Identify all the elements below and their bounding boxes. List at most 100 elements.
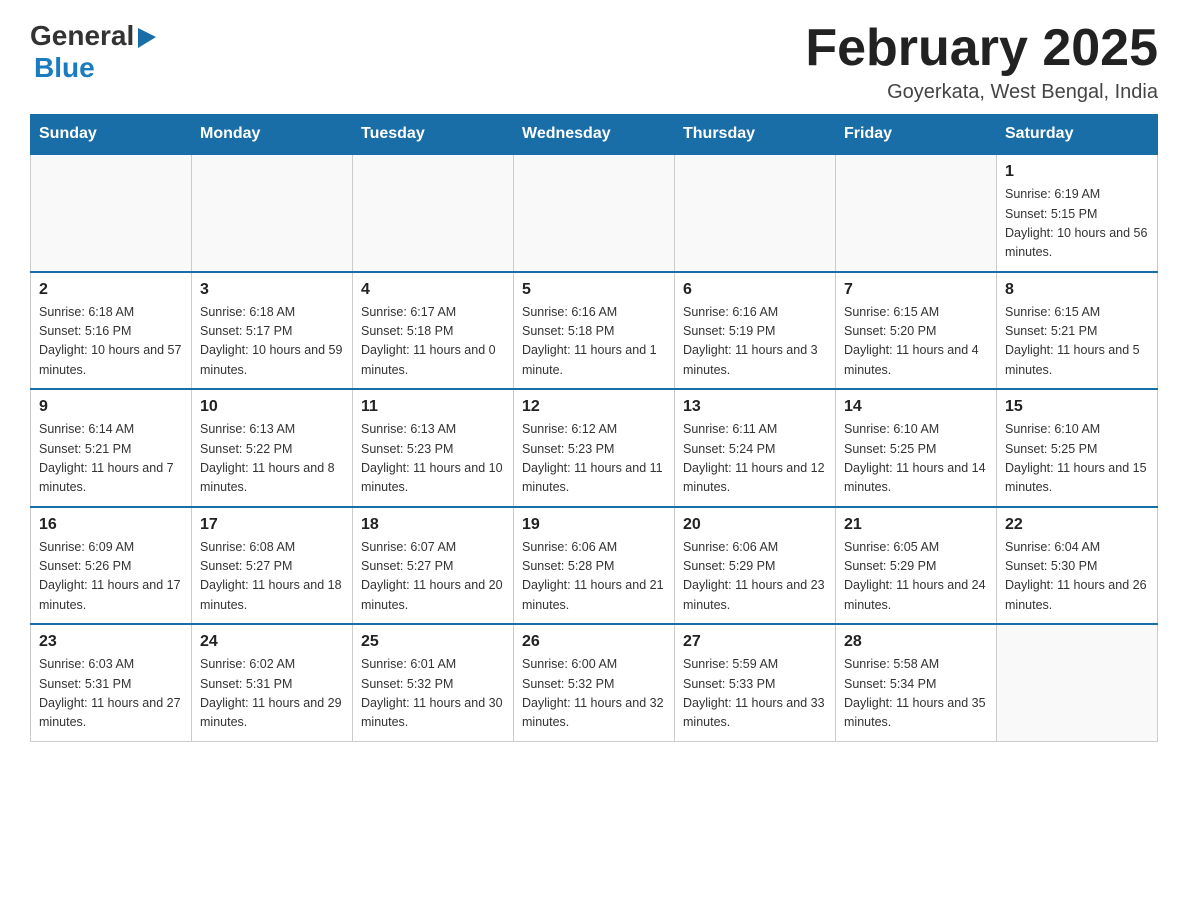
header-wednesday: Wednesday <box>514 115 675 155</box>
day-info: Sunrise: 6:01 AMSunset: 5:32 PMDaylight:… <box>361 655 505 733</box>
table-cell: 16 Sunrise: 6:09 AMSunset: 5:26 PMDayligh… <box>31 507 192 625</box>
day-number: 12 <box>522 398 666 416</box>
week-row-2: 2Sunrise: 6:18 AMSunset: 5:16 PMDaylight… <box>31 272 1158 390</box>
table-cell: 25 Sunrise: 6:01 AMSunset: 5:32 PMDayligh… <box>353 624 514 741</box>
header-saturday: Saturday <box>997 115 1158 155</box>
day-number: 19 <box>522 516 666 534</box>
header-friday: Friday <box>836 115 997 155</box>
table-cell: 19 Sunrise: 6:06 AMSunset: 5:28 PMDayligh… <box>514 507 675 625</box>
table-cell: 24 Sunrise: 6:02 AMSunset: 5:31 PMDayligh… <box>192 624 353 741</box>
day-number: 1 <box>1005 163 1149 181</box>
week-row-3: 9Sunrise: 6:14 AMSunset: 5:21 PMDaylight… <box>31 389 1158 507</box>
day-number: 7 <box>844 281 988 299</box>
day-number: 22 <box>1005 516 1149 534</box>
day-info: Sunrise: 6:17 AMSunset: 5:18 PMDaylight:… <box>361 303 505 381</box>
table-cell: 3 Sunrise: 6:18 AMSunset: 5:17 PMDaylight… <box>192 272 353 390</box>
weekday-header-row: Sunday Monday Tuesday Wednesday Thursday… <box>31 115 1158 155</box>
day-info: Sunrise: 6:05 AMSunset: 5:29 PMDaylight:… <box>844 538 988 616</box>
day-number: 26 <box>522 633 666 651</box>
calendar-table: Sunday Monday Tuesday Wednesday Thursday… <box>30 114 1158 742</box>
table-cell: 11 Sunrise: 6:13 AMSunset: 5:23 PMDayligh… <box>353 389 514 507</box>
table-cell: 13 Sunrise: 6:11 AMSunset: 5:24 PMDayligh… <box>675 389 836 507</box>
day-info: Sunrise: 6:18 AMSunset: 5:17 PMDaylight:… <box>200 303 344 381</box>
day-info: Sunrise: 6:15 AMSunset: 5:20 PMDaylight:… <box>844 303 988 381</box>
table-cell: 8 Sunrise: 6:15 AMSunset: 5:21 PMDaylight… <box>997 272 1158 390</box>
week-row-5: 23 Sunrise: 6:03 AMSunset: 5:31 PMDayligh… <box>31 624 1158 741</box>
table-cell: 1 Sunrise: 6:19 AMSunset: 5:15 PMDaylight… <box>997 154 1158 272</box>
day-number: 10 <box>200 398 344 416</box>
day-number: 3 <box>200 281 344 299</box>
table-cell: 22 Sunrise: 6:04 AMSunset: 5:30 PMDayligh… <box>997 507 1158 625</box>
day-number: 14 <box>844 398 988 416</box>
day-info: Sunrise: 6:06 AMSunset: 5:28 PMDaylight:… <box>522 538 666 616</box>
table-cell: 9Sunrise: 6:14 AMSunset: 5:21 PMDaylight… <box>31 389 192 507</box>
day-number: 21 <box>844 516 988 534</box>
table-cell: 14 Sunrise: 6:10 AMSunset: 5:25 PMDayligh… <box>836 389 997 507</box>
day-info: Sunrise: 6:03 AMSunset: 5:31 PMDaylight:… <box>39 655 183 733</box>
day-number: 24 <box>200 633 344 651</box>
header-thursday: Thursday <box>675 115 836 155</box>
table-cell: 12 Sunrise: 6:12 AMSunset: 5:23 PMDayligh… <box>514 389 675 507</box>
calendar-body: 1 Sunrise: 6:19 AMSunset: 5:15 PMDaylight… <box>31 154 1158 741</box>
logo-text-general: General <box>30 20 134 52</box>
table-cell: 6 Sunrise: 6:16 AMSunset: 5:19 PMDaylight… <box>675 272 836 390</box>
day-number: 8 <box>1005 281 1149 299</box>
table-cell: 27 Sunrise: 5:59 AMSunset: 5:33 PMDayligh… <box>675 624 836 741</box>
table-cell <box>31 154 192 272</box>
day-info: Sunrise: 6:13 AMSunset: 5:22 PMDaylight:… <box>200 420 344 498</box>
day-info: Sunrise: 6:15 AMSunset: 5:21 PMDaylight:… <box>1005 303 1149 381</box>
day-info: Sunrise: 6:04 AMSunset: 5:30 PMDaylight:… <box>1005 538 1149 616</box>
table-cell <box>353 154 514 272</box>
day-number: 2 <box>39 281 183 299</box>
day-info: Sunrise: 6:16 AMSunset: 5:19 PMDaylight:… <box>683 303 827 381</box>
day-info: Sunrise: 6:00 AMSunset: 5:32 PMDaylight:… <box>522 655 666 733</box>
day-info: Sunrise: 5:58 AMSunset: 5:34 PMDaylight:… <box>844 655 988 733</box>
table-cell: 20Sunrise: 6:06 AMSunset: 5:29 PMDayligh… <box>675 507 836 625</box>
day-number: 16 <box>39 516 183 534</box>
week-row-4: 16 Sunrise: 6:09 AMSunset: 5:26 PMDayligh… <box>31 507 1158 625</box>
table-cell <box>192 154 353 272</box>
day-info: Sunrise: 6:12 AMSunset: 5:23 PMDaylight:… <box>522 420 666 498</box>
day-number: 9 <box>39 398 183 416</box>
table-cell: 10 Sunrise: 6:13 AMSunset: 5:22 PMDayligh… <box>192 389 353 507</box>
table-cell: 17Sunrise: 6:08 AMSunset: 5:27 PMDayligh… <box>192 507 353 625</box>
day-number: 18 <box>361 516 505 534</box>
table-cell: 15Sunrise: 6:10 AMSunset: 5:25 PMDayligh… <box>997 389 1158 507</box>
table-cell: 18Sunrise: 6:07 AMSunset: 5:27 PMDayligh… <box>353 507 514 625</box>
table-cell: 7 Sunrise: 6:15 AMSunset: 5:20 PMDaylight… <box>836 272 997 390</box>
table-cell: 5 Sunrise: 6:16 AMSunset: 5:18 PMDaylight… <box>514 272 675 390</box>
table-cell: 21 Sunrise: 6:05 AMSunset: 5:29 PMDayligh… <box>836 507 997 625</box>
page-header: General Blue February 2025 Goyerkata, We… <box>30 20 1158 104</box>
title-section: February 2025 Goyerkata, West Bengal, In… <box>805 20 1158 104</box>
logo-arrow-icon <box>136 26 158 48</box>
week-row-1: 1 Sunrise: 6:19 AMSunset: 5:15 PMDaylight… <box>31 154 1158 272</box>
day-info: Sunrise: 6:11 AMSunset: 5:24 PMDaylight:… <box>683 420 827 498</box>
day-number: 27 <box>683 633 827 651</box>
day-number: 5 <box>522 281 666 299</box>
day-number: 25 <box>361 633 505 651</box>
table-cell: 2Sunrise: 6:18 AMSunset: 5:16 PMDaylight… <box>31 272 192 390</box>
day-info: Sunrise: 5:59 AMSunset: 5:33 PMDaylight:… <box>683 655 827 733</box>
day-number: 13 <box>683 398 827 416</box>
day-number: 11 <box>361 398 505 416</box>
day-number: 23 <box>39 633 183 651</box>
day-info: Sunrise: 6:13 AMSunset: 5:23 PMDaylight:… <box>361 420 505 498</box>
calendar-title: February 2025 <box>805 20 1158 77</box>
day-number: 15 <box>1005 398 1149 416</box>
day-number: 28 <box>844 633 988 651</box>
day-number: 17 <box>200 516 344 534</box>
table-cell: 28 Sunrise: 5:58 AMSunset: 5:34 PMDayligh… <box>836 624 997 741</box>
day-number: 4 <box>361 281 505 299</box>
day-info: Sunrise: 6:09 AMSunset: 5:26 PMDaylight:… <box>39 538 183 616</box>
day-info: Sunrise: 6:19 AMSunset: 5:15 PMDaylight:… <box>1005 185 1149 263</box>
day-info: Sunrise: 6:02 AMSunset: 5:31 PMDaylight:… <box>200 655 344 733</box>
day-info: Sunrise: 6:10 AMSunset: 5:25 PMDaylight:… <box>844 420 988 498</box>
day-info: Sunrise: 6:16 AMSunset: 5:18 PMDaylight:… <box>522 303 666 381</box>
header-sunday: Sunday <box>31 115 192 155</box>
day-number: 6 <box>683 281 827 299</box>
header-tuesday: Tuesday <box>353 115 514 155</box>
logo-text-blue: Blue <box>34 52 95 84</box>
logo: General Blue <box>30 20 158 84</box>
table-cell <box>514 154 675 272</box>
day-info: Sunrise: 6:06 AMSunset: 5:29 PMDaylight:… <box>683 538 827 616</box>
